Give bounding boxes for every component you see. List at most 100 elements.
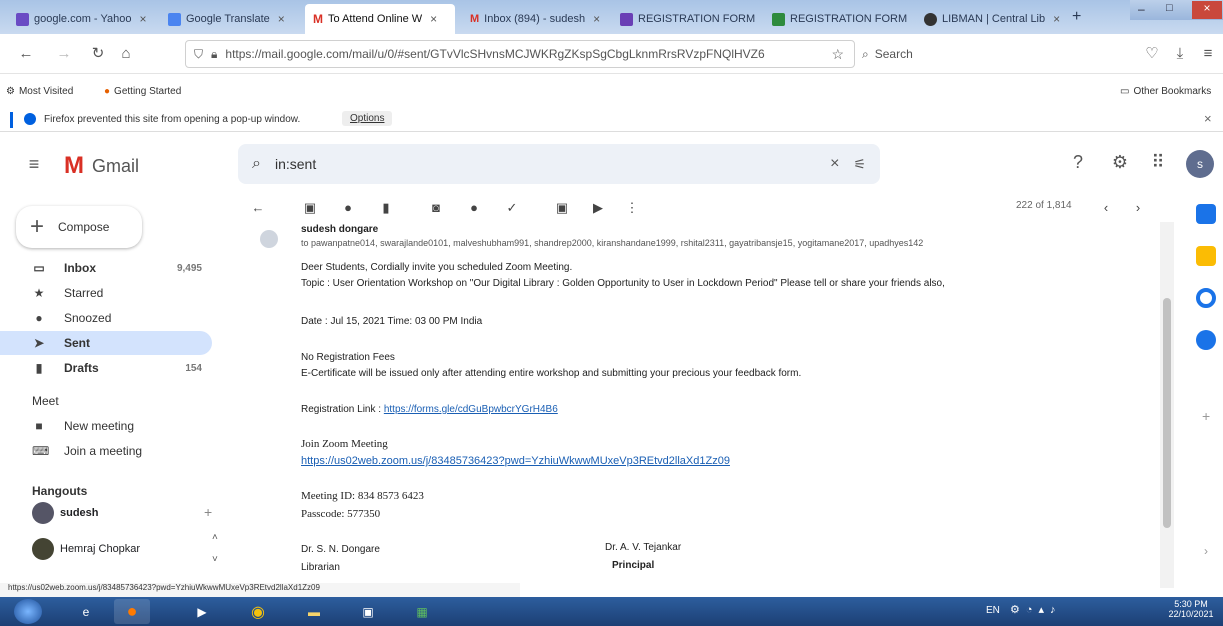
add-addon-icon[interactable]: + — [1202, 408, 1210, 424]
tasks-icon[interactable] — [1196, 288, 1216, 308]
browser-tab[interactable]: LIBMAN | Central Lib × — [916, 6, 1066, 32]
expand-panel-icon[interactable]: › — [1204, 544, 1208, 558]
sidebar-item-starred[interactable]: ★ Starred — [0, 281, 220, 305]
downloads-icon[interactable]: ⤓ — [1170, 44, 1190, 64]
minimize-icon[interactable]: – — [1138, 2, 1145, 16]
folder-taskbar-icon[interactable]: ▬ — [296, 599, 332, 624]
label-icon[interactable]: ▶ — [590, 200, 606, 216]
chevron-down-icon[interactable]: ˅ — [212, 554, 218, 565]
sidebar-item-drafts[interactable]: ▮ Drafts 154 — [0, 356, 220, 380]
ie-taskbar-icon[interactable]: e — [68, 599, 104, 624]
more-options-icon[interactable]: ⋮ — [624, 200, 640, 216]
system-tray-icons[interactable]: ⚙◔▴♪ — [1010, 603, 1062, 616]
reload-icon[interactable]: ↻ — [88, 44, 108, 64]
close-tab-icon[interactable]: × — [139, 12, 146, 26]
close-tab-icon[interactable]: × — [593, 12, 600, 26]
home-icon[interactable]: ⌂ — [116, 44, 136, 64]
excel-taskbar-icon[interactable]: ▦ — [404, 599, 440, 624]
close-tab-icon[interactable]: × — [430, 12, 437, 26]
browser-tab[interactable]: M Inbox (894) - sudesh × — [462, 6, 607, 32]
firefox-taskbar-icon[interactable]: ● — [114, 599, 150, 624]
compose-button[interactable]: + Compose — [16, 206, 142, 248]
join-meeting-item[interactable]: ⌨ Join a meeting — [0, 439, 220, 463]
pocket-icon[interactable]: ♡ — [1142, 44, 1162, 64]
back-icon[interactable]: ← — [16, 44, 36, 64]
add-task-icon[interactable]: ✓ — [504, 200, 520, 216]
browser-tab[interactable]: google.com - Yahoo × — [8, 6, 158, 32]
search-icon: ⌕ — [862, 46, 869, 61]
browser-tab[interactable]: Google Translate × — [160, 6, 300, 32]
keep-icon[interactable] — [1196, 246, 1216, 266]
scrollbar-thumb[interactable] — [1163, 298, 1171, 528]
chrome-taskbar-icon[interactable]: ◉ — [240, 599, 276, 624]
gmail-logo[interactable]: M Gmail — [64, 152, 139, 180]
sidebar-item-inbox[interactable]: ▭ Inbox 9,495 — [0, 256, 220, 280]
clock[interactable]: 5:30 PM 22/10/2021 — [1166, 599, 1216, 619]
language-indicator[interactable]: EN — [986, 605, 1000, 616]
sender-name[interactable]: sudesh dongare — [301, 224, 378, 235]
search-icon[interactable]: ⌕ — [252, 155, 261, 173]
search-options-icon[interactable]: ⚟ — [853, 156, 866, 173]
new-tab-button[interactable]: + — [1072, 8, 1081, 26]
maximize-icon[interactable]: □ — [1166, 2, 1173, 14]
main-menu-icon[interactable]: ≡ — [22, 152, 46, 176]
sidebar-item-sent[interactable]: ➤ Sent — [0, 331, 212, 355]
archive-icon[interactable]: ▣ — [302, 200, 318, 216]
close-window-icon[interactable]: × — [1192, 1, 1222, 19]
message-scrollbar[interactable] — [1160, 222, 1174, 588]
menu-icon[interactable]: ≡ — [1198, 44, 1218, 64]
fees-text: No Registration Fees — [301, 352, 395, 363]
url-bar[interactable]: ⛉ 🔒︎ https://mail.google.com/mail/u/0/#s… — [185, 40, 855, 68]
close-tab-icon[interactable]: × — [1053, 12, 1060, 26]
clear-search-icon[interactable]: × — [830, 155, 839, 173]
close-tab-icon[interactable]: × — [278, 12, 285, 26]
settings-gear-icon[interactable]: ⚙ — [1108, 150, 1132, 174]
snooze-icon[interactable]: ● — [466, 200, 482, 216]
move-to-icon[interactable]: ▣ — [554, 200, 570, 216]
bookmark-star-icon[interactable]: ☆ — [831, 46, 854, 63]
delete-icon[interactable]: ▮ — [378, 200, 394, 216]
apps-grid-icon[interactable]: ⠿ — [1146, 150, 1170, 174]
zoom-link[interactable]: https://us02web.zoom.us/j/83485736423?pw… — [301, 455, 730, 467]
libman-favicon-icon — [924, 12, 937, 26]
newer-chevron-icon[interactable]: ‹ — [1098, 200, 1114, 216]
media-taskbar-icon[interactable]: ▶ — [184, 599, 220, 624]
url-text[interactable]: https://mail.google.com/mail/u/0/#sent/G… — [225, 47, 764, 61]
report-spam-icon[interactable]: ● — [340, 200, 356, 216]
new-meeting-item[interactable]: ■ New meeting — [0, 414, 220, 438]
back-to-list-icon[interactable]: ← — [250, 200, 266, 216]
signature-librarian-role: Librarian — [301, 562, 340, 573]
draft-icon: ▮ — [35, 361, 43, 375]
lock-icon[interactable]: 🔒︎ — [211, 47, 217, 62]
chevron-up-icon[interactable]: ˄ — [212, 532, 218, 543]
older-chevron-icon[interactable]: › — [1130, 200, 1146, 216]
window-taskbar-icon[interactable]: ▣ — [350, 599, 386, 624]
other-bookmarks[interactable]: ▭ Other Bookmarks — [1120, 86, 1211, 97]
hangouts-user[interactable]: sudesh — [32, 502, 99, 524]
forward-icon[interactable]: → — [54, 44, 74, 64]
help-icon[interactable]: ? — [1066, 150, 1090, 174]
calendar-icon[interactable] — [1196, 204, 1216, 224]
avatar[interactable]: s — [1186, 150, 1214, 178]
browser-search-box[interactable]: ⌕ Search — [862, 40, 1132, 68]
close-icon[interactable]: × — [1204, 111, 1212, 126]
bookmark-most-visited[interactable]: ⚙ Most Visited — [6, 86, 73, 97]
mail-search-bar[interactable]: ⌕ in:sent × ⚟ — [238, 144, 880, 184]
sidebar-item-snoozed[interactable]: ● Snoozed — [0, 306, 220, 330]
browser-tab-active[interactable]: M To Attend Online W × — [305, 4, 455, 34]
registration-link[interactable]: https://forms.gle/cdGuBpwbcrYGrH4B6 — [384, 404, 558, 415]
meet-heading: Meet — [32, 394, 59, 408]
browser-tab[interactable]: REGISTRATION FORM × — [764, 6, 912, 32]
popup-options-button[interactable]: Options — [342, 111, 393, 126]
browser-tab[interactable]: REGISTRATION FORM × — [612, 6, 760, 32]
meet-item-label: Join a meeting — [64, 444, 143, 458]
search-input[interactable]: in:sent — [275, 156, 316, 172]
bookmark-getting-started[interactable]: ● Getting Started — [104, 86, 181, 97]
hangouts-contact[interactable]: Hemraj Chopkar — [32, 538, 140, 560]
start-button-icon[interactable] — [14, 599, 42, 624]
shield-icon[interactable]: ⛉ — [194, 47, 203, 62]
contacts-icon[interactable] — [1196, 330, 1216, 350]
mark-unread-icon[interactable]: ◙ — [428, 200, 444, 216]
add-contact-icon[interactable]: + — [204, 504, 212, 520]
recipients-line[interactable]: to pawanpatne014, swarajlande0101, malve… — [301, 238, 1101, 248]
